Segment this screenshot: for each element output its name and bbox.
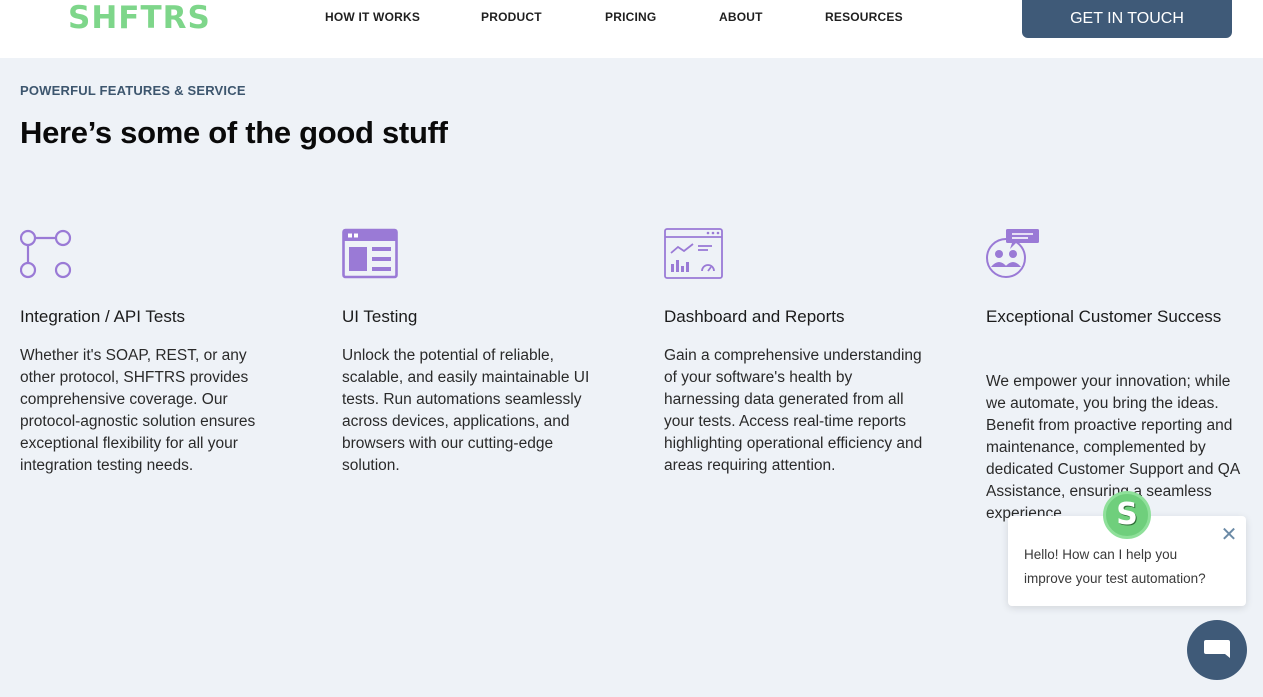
feature-card-dashboard: Dashboard and Reports Gain a comprehensi… bbox=[664, 228, 924, 474]
nav-product[interactable]: PRODUCT bbox=[481, 10, 542, 24]
feature-description: Unlock the potential of reliable, scalab… bbox=[342, 347, 590, 474]
chat-launcher-button[interactable] bbox=[1187, 620, 1247, 680]
feature-title: UI Testing bbox=[342, 307, 418, 326]
chat-bubble-icon bbox=[1204, 640, 1230, 658]
section-eyebrow: POWERFUL FEATURES & SERVICE bbox=[20, 83, 246, 98]
get-in-touch-button[interactable]: GET IN TOUCH bbox=[1022, 0, 1232, 38]
chat-avatar-letter: S bbox=[1116, 497, 1138, 532]
feature-title: Exceptional Customer Success bbox=[986, 307, 1222, 326]
nav-about[interactable]: ABOUT bbox=[719, 10, 763, 24]
feature-title: Dashboard and Reports bbox=[664, 307, 845, 326]
logo[interactable]: SHFTRS bbox=[68, 0, 211, 36]
feature-card-customer-success: Exceptional Customer Success We empower … bbox=[986, 228, 1246, 522]
chat-message: Hello! How can I help you improve your t… bbox=[1024, 547, 1206, 586]
chat-avatar: S bbox=[1103, 491, 1151, 539]
nav-pricing[interactable]: PRICING bbox=[605, 10, 656, 24]
dashboard-icon bbox=[664, 228, 723, 279]
nav-how-it-works[interactable]: HOW IT WORKS bbox=[325, 10, 420, 24]
feature-card-api-tests: Integration / API Tests Whether it's SOA… bbox=[20, 228, 280, 474]
nav-resources[interactable]: RESOURCES bbox=[825, 10, 903, 24]
section-headline: Here’s some of the good stuff bbox=[20, 115, 448, 150]
customer-support-icon bbox=[986, 229, 1039, 278]
feature-card-ui-testing: UI Testing Unlock the potential of relia… bbox=[342, 228, 602, 474]
ui-window-icon bbox=[342, 228, 398, 279]
feature-title: Integration / API Tests bbox=[20, 307, 186, 326]
feature-description: Gain a comprehensive understanding of yo… bbox=[664, 347, 923, 474]
feature-description: Whether it's SOAP, REST, or any other pr… bbox=[20, 347, 256, 474]
top-navigation-bar: SHFTRS HOW IT WORKS PRODUCT PRICING ABOU… bbox=[0, 0, 1263, 58]
api-nodes-icon bbox=[20, 229, 72, 279]
